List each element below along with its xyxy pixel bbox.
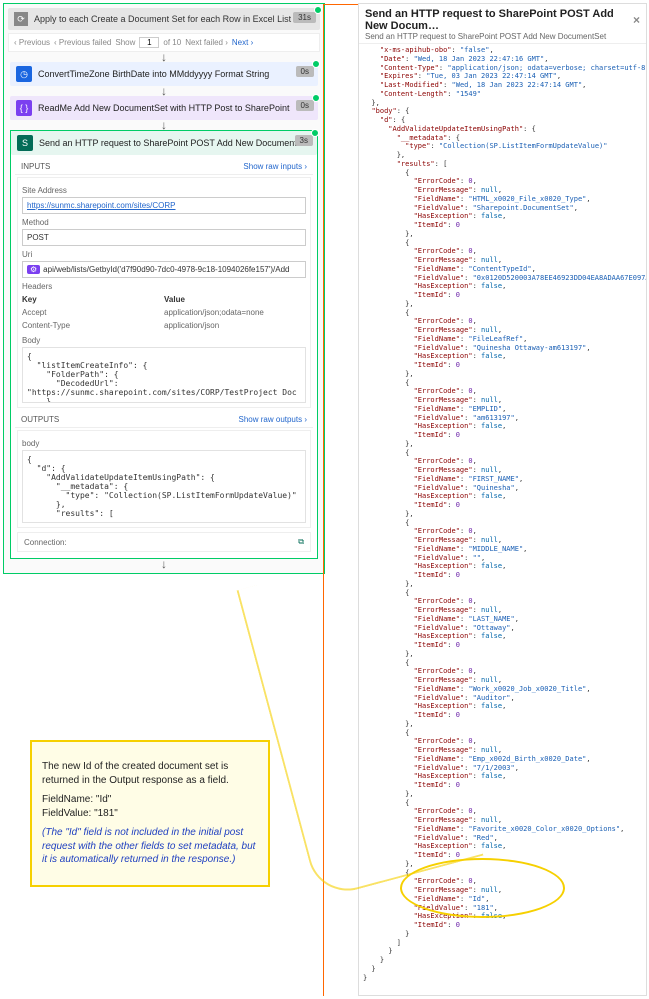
arrow-down-icon: ↓ [8,52,320,62]
loop-index-input[interactable] [139,37,159,48]
request-body-value: { "listItemCreateInfo": { "FolderPath": … [22,347,306,403]
connector-line [323,4,358,996]
prev-failed-button[interactable]: ‹ Previous failed [54,38,111,47]
readme-duration: 0s [296,100,314,111]
sharepoint-small-icon: ⧉ [298,537,304,547]
header-value: application/json;odata=none [164,308,306,317]
sharepoint-icon: S [17,135,33,151]
success-dot-icon [314,6,322,14]
inputs-section-header: INPUTS Show raw inputs › [15,159,313,175]
outputs-section-header: OUTPUTS Show raw outputs › [15,412,313,428]
json-response-view[interactable]: "x-ms-apihub-obo": "false", "Date": "Wed… [359,44,646,995]
show-label: Show [115,38,135,47]
uri-value: ⚙ api/web/lists/GetbyId('d7f90d90-7dc0-4… [22,261,306,278]
inputs-block: Site Address https://sunmc.sharepoint.co… [17,177,311,408]
site-address-label: Site Address [22,186,306,195]
note-line: The new Id of the created document set i… [42,760,258,787]
details-side-panel: Send an HTTP request to SharePoint POST … [358,3,647,996]
site-address-value: https://sunmc.sharepoint.com/sites/CORP [22,197,306,214]
convert-duration: 0s [296,66,314,77]
panel-title: Send an HTTP request to SharePoint POST … [365,8,633,32]
outputs-block: body { "d": { "AddValidateUpdateItemUsin… [17,430,311,528]
method-value: POST [22,229,306,246]
success-dot-icon [312,60,320,68]
loop-total: of 10 [163,38,181,47]
note-line-italic: (The "Id" field is not included in the i… [42,826,258,867]
connection-row: Connection: ⧉ [17,532,311,552]
header-value: application/json [164,321,306,330]
show-raw-inputs-link[interactable]: Show raw inputs › [243,162,307,171]
dynamic-token-icon: ⚙ [27,265,40,274]
success-dot-icon [311,129,319,137]
show-raw-outputs-link[interactable]: Show raw outputs › [239,415,307,424]
arrow-down-icon: ↓ [8,559,320,569]
loop-title: Apply to each Create a Document Set for … [34,14,314,24]
annotation-note: The new Id of the created document set i… [30,740,270,887]
body-label: Body [22,336,306,345]
inputs-header-text: INPUTS [21,162,50,171]
key-header: Key [22,295,164,304]
next-button[interactable]: Next › [232,38,253,47]
arrow-down-icon: ↓ [8,86,320,96]
readme-action[interactable]: { } ReadMe Add New DocumentSet with HTTP… [10,96,318,120]
value-header: Value [164,295,306,304]
response-body-value: { "d": { "AddValidateUpdateItemUsingPath… [22,450,306,523]
note-line: FieldName: "Id" FieldValue: "181" [42,793,258,820]
close-icon[interactable]: × [633,13,640,27]
http-action-label: Send an HTTP request to SharePoint POST … [39,138,311,148]
convert-timezone-action[interactable]: ◷ ConvertTimeZone BirthDate into MMddyyy… [10,62,318,86]
flow-designer-pane: ⟳ Apply to each Create a Document Set fo… [3,3,325,574]
loop-icon: ⟳ [14,12,28,26]
loop-duration: 31s [293,12,316,23]
http-duration: 3s [295,135,313,146]
http-action-card: S Send an HTTP request to SharePoint POS… [10,130,318,559]
readme-label: ReadMe Add New DocumentSet with HTTP Pos… [38,103,312,113]
success-dot-icon [312,94,320,102]
output-body-label: body [22,439,306,448]
panel-title-row: Send an HTTP request to SharePoint POST … [359,4,646,32]
headers-label: Headers [22,282,306,291]
prev-button[interactable]: ‹ Previous [14,38,50,47]
header-key: Accept [22,308,164,317]
compose-icon: { } [16,100,32,116]
outputs-header-text: OUTPUTS [21,415,59,424]
apply-to-each-header[interactable]: ⟳ Apply to each Create a Document Set fo… [8,8,320,30]
http-action-header[interactable]: S Send an HTTP request to SharePoint POS… [11,131,317,155]
convert-timezone-label: ConvertTimeZone BirthDate into MMddyyyy … [38,69,312,79]
panel-subtitle: Send an HTTP request to SharePoint POST … [359,32,646,44]
arrow-down-icon: ↓ [8,120,320,130]
next-failed-button[interactable]: Next failed › [185,38,228,47]
header-key: Content-Type [22,321,164,330]
connection-label: Connection: [24,538,67,547]
clock-icon: ◷ [16,66,32,82]
method-label: Method [22,218,306,227]
uri-label: Uri [22,250,306,259]
